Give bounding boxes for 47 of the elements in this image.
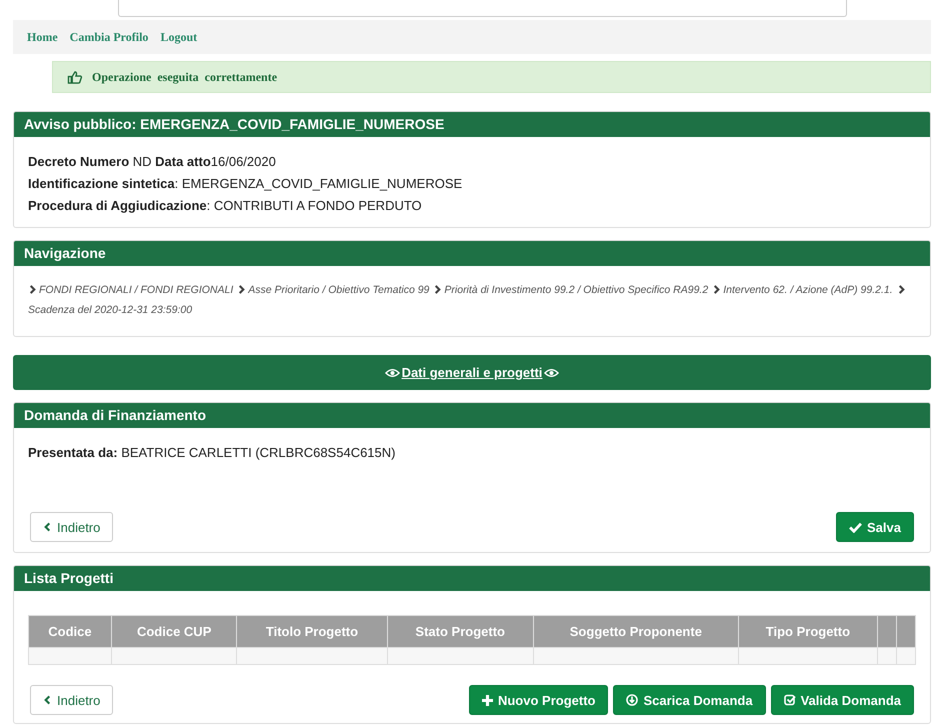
column-header[interactable]: Titolo Progetto xyxy=(236,616,387,648)
chevron-icon xyxy=(43,695,52,705)
column-header xyxy=(896,616,916,648)
eye-icon xyxy=(544,368,560,378)
column-header xyxy=(878,616,896,648)
chevron-icon xyxy=(28,285,37,294)
chevron-icon xyxy=(712,285,722,294)
chevron-icon xyxy=(237,285,246,294)
column-header[interactable]: Codice CUP xyxy=(111,616,237,648)
thumbs-up-icon xyxy=(67,70,83,84)
new-project-button[interactable]: Nuovo Progetto xyxy=(468,685,608,715)
panel-heading: Navigazione xyxy=(14,241,930,266)
section-link[interactable]: Dati generali e progetti xyxy=(384,365,560,380)
nav-link[interactable]: Home xyxy=(27,30,58,44)
chevron-icon xyxy=(433,285,442,294)
breadcrumb-item[interactable]: Priorità di Investimento 99.2 / Obiettivo Specifico RA99.2 xyxy=(444,284,708,296)
panel-heading: Domanda di Finanziamento xyxy=(14,403,930,428)
back-button[interactable]: Indietro xyxy=(30,685,114,715)
alert-message: Operazione eseguita correttamente xyxy=(92,70,278,84)
save-button[interactable]: Salva xyxy=(836,512,914,542)
panel-heading: Avviso pubblico: EMERGENZA_COVID_FAMIGLIE_NUMEROSE xyxy=(14,112,930,137)
eye-icon xyxy=(384,368,400,378)
column-header[interactable]: Soggetto Proponente xyxy=(533,616,738,648)
info-line: Procedura di Aggiudicazione: CONTRIBUTI A FONDO PERDUTO xyxy=(28,197,423,215)
applicant-info: Presentata da: BEATRICE CARLETTI (CRLBRC68S54C615N) xyxy=(28,444,396,462)
check-square-icon xyxy=(784,694,796,706)
nav-link[interactable]: Logout xyxy=(160,30,198,44)
breadcrumb-item[interactable]: Asse Prioritario / Obiettivo Tematico 99 xyxy=(248,284,430,296)
download-button[interactable]: Scarica Domanda xyxy=(613,685,766,715)
nav-link[interactable]: Cambia Profilo xyxy=(70,30,148,44)
panel-heading: Lista Progetti xyxy=(14,566,930,591)
info-line: Decreto Numero ND Data atto16/06/2020 xyxy=(28,153,277,171)
validate-button[interactable]: Valida Domanda xyxy=(770,685,914,715)
download-icon xyxy=(626,694,638,706)
info-line: Identificazione sintetica: EMERGENZA_COVID_FAMIGLIE_NUMEROSE xyxy=(28,175,464,193)
chevron-icon xyxy=(43,522,52,532)
plus-icon xyxy=(482,694,493,706)
column-header[interactable]: Stato Progetto xyxy=(387,616,534,648)
address-bar[interactable] xyxy=(118,0,847,17)
column-header[interactable]: Tipo Progetto xyxy=(738,616,878,648)
chevron-icon xyxy=(896,285,906,294)
breadcrumb-item[interactable]: Intervento 62. / Azione (AdP) 99.2.1. xyxy=(723,284,893,296)
breadcrumb-item[interactable]: FONDI REGIONALI / FONDI REGIONALI xyxy=(39,284,234,296)
column-header[interactable]: Codice xyxy=(28,616,112,648)
checkmark-icon xyxy=(849,522,862,532)
breadcrumb-item[interactable]: Scadenza del 2020-12-31 23:59:00 xyxy=(28,304,192,316)
back-button[interactable]: Indietro xyxy=(30,512,114,542)
